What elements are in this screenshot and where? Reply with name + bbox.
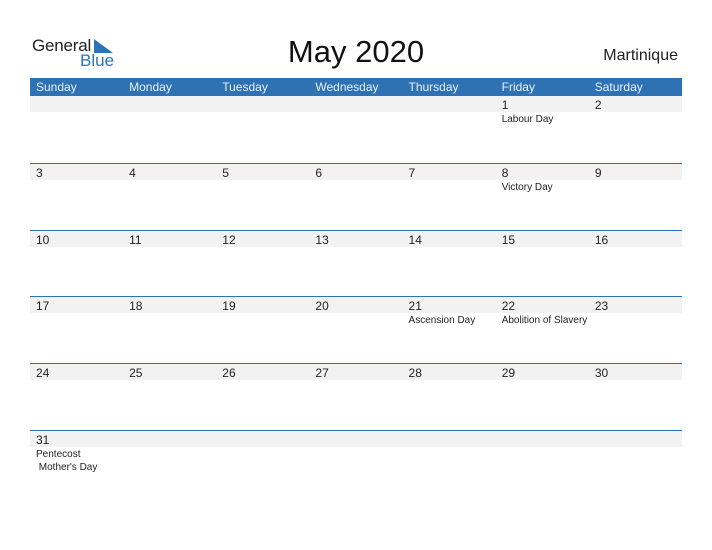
day-cell: 3 — [30, 164, 123, 231]
weekday-saturday: Saturday — [594, 80, 643, 94]
weekday-tuesday: Tuesday — [222, 80, 268, 94]
day-cell: 5 — [216, 164, 309, 231]
day-number: 12 — [222, 233, 236, 247]
day-cell: 2 — [589, 96, 682, 163]
day-cell — [403, 96, 496, 163]
day-cell — [30, 96, 123, 163]
day-number: 17 — [36, 299, 50, 313]
day-number: 28 — [408, 366, 422, 380]
day-number: 6 — [315, 166, 323, 180]
day-cell: 26 — [216, 364, 309, 431]
day-cell: 4 — [123, 164, 216, 231]
day-number: 8 — [501, 166, 509, 180]
day-number: 3 — [36, 166, 43, 180]
day-number: 20 — [315, 299, 329, 313]
weekday-wednesday: Wednesday — [315, 80, 379, 94]
day-number: 15 — [501, 233, 516, 247]
day-cell — [123, 96, 216, 163]
day-number: 18 — [129, 299, 143, 313]
day-number: 27 — [315, 366, 329, 380]
day-cell: 10 — [30, 231, 123, 298]
day-number: 7 — [408, 166, 416, 180]
day-number: 10 — [36, 233, 50, 247]
day-number: 9 — [594, 166, 602, 180]
day-number: 31 — [36, 433, 50, 447]
weekday-thursday: Thursday — [408, 80, 459, 94]
day-cell: 21 Ascension Day — [403, 297, 496, 364]
day-cell — [496, 431, 589, 498]
day-cell: 16 — [589, 231, 682, 298]
day-cell: 7 — [403, 164, 496, 231]
day-number: 13 — [315, 233, 329, 247]
week-row: 1 Labour Day 2 — [30, 96, 682, 163]
day-number: 22 — [501, 299, 516, 313]
day-cell: 11 — [123, 231, 216, 298]
day-cell: 13 — [309, 231, 402, 298]
holiday-label: Pentecost — [36, 449, 81, 460]
day-cell: 9 — [589, 164, 682, 231]
day-cell — [309, 96, 402, 163]
day-cell: 28 — [403, 364, 496, 431]
day-number: 14 — [408, 233, 422, 247]
day-cell: 22 Abolition of Slavery — [496, 297, 589, 364]
week-row: 24 25 26 27 28 29 30 — [30, 363, 682, 431]
day-cell: 19 — [216, 297, 309, 364]
day-cell — [589, 431, 682, 498]
weekday-friday: Friday — [501, 80, 535, 94]
day-number: 2 — [594, 98, 602, 112]
day-cell: 15 — [496, 231, 589, 298]
day-cell — [216, 96, 309, 163]
week-row: 31 Pentecost Mother's Day — [30, 430, 682, 498]
holiday-label: Labour Day — [501, 114, 554, 125]
day-number: 23 — [594, 299, 609, 313]
day-cell: 23 — [589, 297, 682, 364]
day-cell: 1 Labour Day — [496, 96, 589, 163]
day-number: 25 — [129, 366, 143, 380]
day-number: 11 — [129, 233, 142, 247]
holiday-label: Ascension Day — [408, 315, 476, 326]
day-number: 19 — [222, 299, 236, 313]
day-number: 21 — [408, 299, 422, 313]
holiday-label: Abolition of Slavery — [501, 315, 588, 326]
country-label: Martinique — [603, 47, 678, 64]
week-row: 10 11 12 13 14 15 16 — [30, 230, 682, 298]
day-cell: 20 — [309, 297, 402, 364]
day-cell — [216, 431, 309, 498]
weekday-monday: Monday — [129, 80, 172, 94]
day-cell: 18 — [123, 297, 216, 364]
day-cell — [403, 431, 496, 498]
day-cell: 14 — [403, 231, 496, 298]
holiday-label: Mother's Day — [36, 462, 98, 473]
day-cell: 27 — [309, 364, 402, 431]
day-cell — [309, 431, 402, 498]
day-number: 29 — [501, 366, 516, 380]
day-cell: 17 — [30, 297, 123, 364]
day-cell: 12 — [216, 231, 309, 298]
day-cell: 24 — [30, 364, 123, 431]
day-cell: 6 — [309, 164, 402, 231]
weekday-sunday: Sunday — [36, 80, 77, 94]
week-row: 17 18 19 20 21 Ascension Day 22 Abolition of Sl… — [30, 296, 682, 364]
day-cell: 25 — [123, 364, 216, 431]
day-cell: 31 Pentecost Mother's Day — [30, 431, 123, 498]
day-number: 26 — [222, 366, 236, 380]
week-row: 3 4 5 6 7 8 Victory Day 9 — [30, 163, 682, 231]
day-number: 1 — [501, 98, 509, 112]
holiday-label: Victory Day — [501, 182, 553, 193]
weekday-header: Sunday Monday Tuesday Wednesday Thursday… — [30, 78, 682, 96]
day-number: 5 — [222, 166, 229, 180]
day-number: 16 — [594, 233, 609, 247]
day-number: 30 — [594, 366, 609, 380]
day-cell — [123, 431, 216, 498]
day-number: 24 — [36, 366, 50, 380]
day-cell: 30 — [589, 364, 682, 431]
day-number: 4 — [129, 166, 136, 180]
day-cell: 8 Victory Day — [496, 164, 589, 231]
day-cell: 29 — [496, 364, 589, 431]
